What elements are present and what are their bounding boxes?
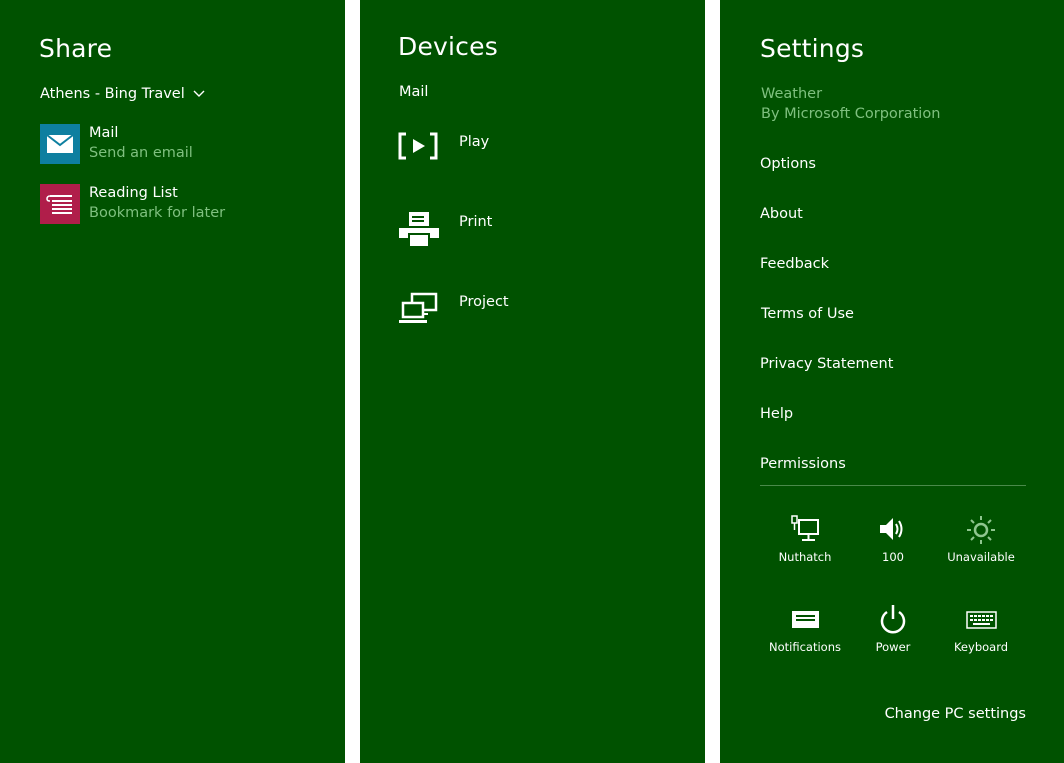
- share-pane: Share Athens - Bing Travel Mail Send an …: [0, 0, 345, 763]
- power-icon: [880, 605, 906, 634]
- device-label: Project: [459, 294, 509, 310]
- reading-list-icon: [40, 184, 80, 224]
- project-icon: [399, 292, 438, 323]
- volume-icon: [880, 518, 903, 540]
- quick-setting-power[interactable]: Power: [849, 604, 937, 666]
- share-title: Share: [39, 34, 113, 63]
- settings-link-privacy-statement[interactable]: Privacy Statement: [760, 356, 893, 372]
- settings-link-feedback[interactable]: Feedback: [760, 256, 829, 272]
- quick-setting-volume[interactable]: 100: [849, 514, 937, 576]
- settings-title: Settings: [760, 34, 865, 63]
- keyboard-icon: [966, 611, 997, 629]
- quick-setting-label: Nuthatch: [778, 550, 832, 564]
- settings-app-publisher: By Microsoft Corporation: [761, 106, 941, 122]
- quick-setting-label: Keyboard: [953, 640, 1009, 654]
- settings-pane: Settings Weather By Microsoft Corporatio…: [720, 0, 1064, 763]
- quick-setting-keyboard[interactable]: Keyboard: [937, 604, 1025, 666]
- device-item-play[interactable]: Play: [398, 128, 678, 172]
- share-target-name: Mail: [89, 125, 119, 141]
- quick-setting-label: Unavailable: [947, 550, 1015, 564]
- play-icon: [398, 132, 438, 160]
- device-item-print[interactable]: Print: [398, 208, 678, 252]
- settings-link-about[interactable]: About: [760, 206, 803, 222]
- devices-pane: Devices Mail Play Print Project: [360, 0, 705, 763]
- quick-setting-network[interactable]: Nuthatch: [761, 514, 849, 576]
- settings-link-options[interactable]: Options: [760, 156, 816, 172]
- settings-link-help[interactable]: Help: [760, 406, 793, 422]
- quick-setting-label: Notifications: [769, 640, 841, 654]
- settings-link-terms-of-use[interactable]: Terms of Use: [761, 306, 854, 322]
- share-source-app-label: Athens - Bing Travel: [40, 86, 185, 102]
- settings-link-permissions[interactable]: Permissions: [760, 456, 846, 472]
- quick-setting-label: Power: [875, 640, 911, 654]
- device-label: Print: [459, 214, 493, 230]
- change-pc-settings-link[interactable]: Change PC settings: [885, 706, 1026, 722]
- device-label: Play: [459, 134, 490, 150]
- mail-icon: [40, 124, 80, 164]
- quick-setting-label: 100: [882, 550, 904, 564]
- share-target-description: Bookmark for later: [89, 205, 226, 221]
- settings-divider: [760, 485, 1026, 486]
- share-source-app-dropdown[interactable]: Athens - Bing Travel: [40, 86, 205, 102]
- printer-icon: [399, 212, 439, 248]
- share-target-description: Send an email: [89, 145, 193, 161]
- devices-title: Devices: [398, 32, 498, 61]
- network-icon: [791, 515, 819, 541]
- notifications-icon: [792, 611, 819, 628]
- settings-app-name: Weather: [761, 86, 823, 102]
- quick-setting-notifications[interactable]: Notifications: [761, 604, 849, 666]
- share-target-mail[interactable]: Mail Send an email: [40, 124, 320, 168]
- share-target-reading-list[interactable]: Reading List Bookmark for later: [40, 184, 320, 228]
- device-item-project[interactable]: Project: [398, 288, 678, 332]
- brightness-icon: [967, 516, 995, 544]
- chevron-down-icon: [193, 90, 205, 97]
- share-target-name: Reading List: [89, 185, 178, 201]
- quick-setting-brightness[interactable]: Unavailable: [937, 514, 1025, 576]
- devices-app-name: Mail: [399, 84, 429, 100]
